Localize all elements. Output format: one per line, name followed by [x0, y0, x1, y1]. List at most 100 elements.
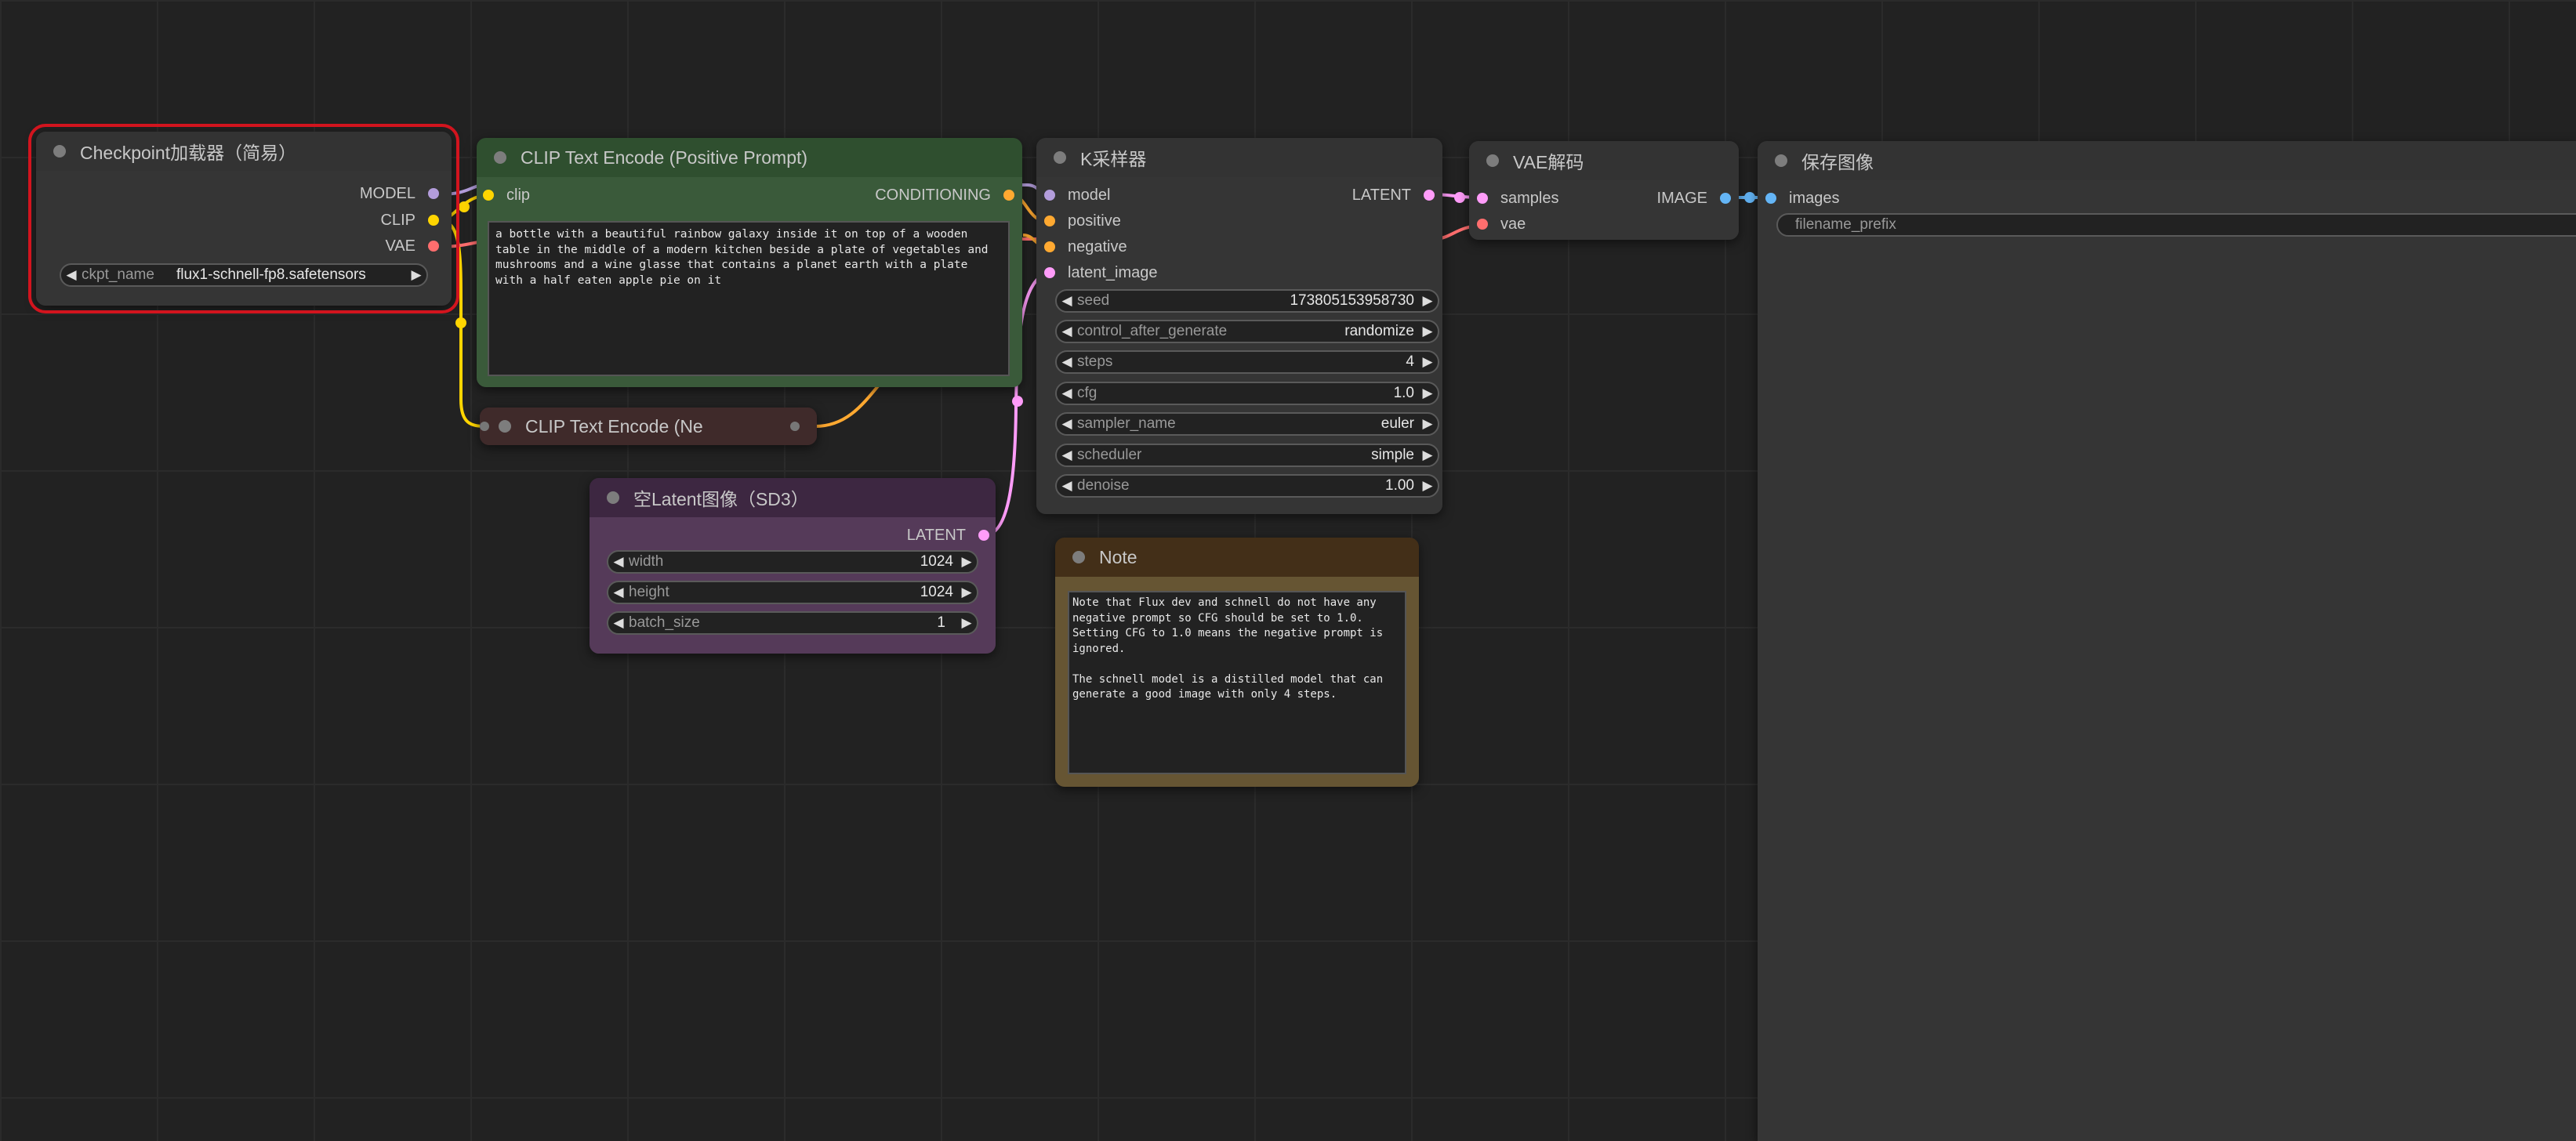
- output-pin-icon[interactable]: [790, 422, 800, 431]
- arrow-left-icon[interactable]: ◀: [1057, 416, 1077, 432]
- input-pin-icon[interactable]: [1044, 216, 1055, 226]
- arrow-right-icon[interactable]: ▶: [406, 267, 426, 283]
- output-pin-icon[interactable]: [428, 215, 439, 226]
- combo-ckpt-name[interactable]: ◀ ckpt_name flux1-schnell-fp8.safetensor…: [60, 263, 428, 287]
- collapse-dot-icon[interactable]: [499, 420, 511, 433]
- collapse-dot-icon[interactable]: [607, 491, 619, 504]
- node-graph-canvas[interactable]: Checkpoint加载器（简易） MODEL CLIP VAE ◀ ckpt_…: [0, 0, 2576, 1141]
- text-filename-prefix[interactable]: filename_prefix: [1776, 213, 2576, 237]
- input-pin-icon[interactable]: [483, 190, 494, 201]
- arrow-left-icon[interactable]: ◀: [1057, 293, 1077, 309]
- widget-value: 173805153958730: [1290, 292, 1414, 309]
- collapse-dot-icon[interactable]: [1775, 154, 1787, 167]
- arrow-left-icon[interactable]: ◀: [608, 615, 629, 631]
- number-cfg[interactable]: ◀ cfg 1.0 ▶: [1055, 382, 1439, 405]
- arrow-left-icon[interactable]: ◀: [608, 585, 629, 600]
- arrow-left-icon[interactable]: ◀: [1057, 447, 1077, 463]
- node-title[interactable]: 空Latent图像（SD3）: [590, 478, 996, 517]
- arrow-right-icon[interactable]: ▶: [1417, 324, 1438, 339]
- node-title[interactable]: K采样器: [1036, 138, 1442, 177]
- input-latent-image[interactable]: latent_image: [1044, 262, 1158, 284]
- output-pin-icon[interactable]: [428, 241, 439, 252]
- combo-sampler-name[interactable]: ◀ sampler_name euler ▶: [1055, 412, 1439, 436]
- input-images[interactable]: images: [1765, 187, 1839, 209]
- output-model[interactable]: MODEL: [360, 183, 439, 205]
- arrow-right-icon[interactable]: ▶: [1417, 447, 1438, 463]
- arrow-right-icon[interactable]: ▶: [956, 554, 977, 570]
- number-denoise[interactable]: ◀ denoise 1.00 ▶: [1055, 474, 1439, 498]
- note-textarea[interactable]: Note that Flux dev and schnell do not ha…: [1068, 591, 1406, 774]
- arrow-left-icon[interactable]: ◀: [608, 554, 629, 570]
- arrow-left-icon[interactable]: ◀: [1057, 324, 1077, 339]
- output-vae[interactable]: VAE: [385, 235, 439, 257]
- arrow-right-icon[interactable]: ▶: [1417, 386, 1438, 401]
- node-save-image[interactable]: 保存图像 images filename_prefix: [1758, 141, 2576, 1141]
- arrow-right-icon[interactable]: ▶: [1417, 478, 1438, 494]
- number-width[interactable]: ◀ width 1024 ▶: [607, 550, 978, 574]
- input-positive[interactable]: positive: [1044, 210, 1121, 232]
- output-pin-icon[interactable]: [1720, 193, 1731, 204]
- node-clip-text-encode-positive[interactable]: CLIP Text Encode (Positive Prompt) clip …: [477, 138, 1022, 387]
- wire-reroute-dot: [459, 201, 470, 212]
- input-negative[interactable]: negative: [1044, 236, 1127, 258]
- node-body: samples vae IMAGE: [1469, 180, 1739, 240]
- output-pin-icon[interactable]: [1424, 190, 1435, 201]
- node-empty-latent-image[interactable]: 空Latent图像（SD3） LATENT ◀ width 1024 ▶ ◀ h…: [590, 478, 996, 654]
- combo-scheduler[interactable]: ◀ scheduler simple ▶: [1055, 444, 1439, 467]
- arrow-right-icon[interactable]: ▶: [956, 615, 977, 631]
- collapse-dot-icon[interactable]: [1054, 151, 1066, 164]
- output-conditioning[interactable]: CONDITIONING: [875, 184, 1014, 206]
- widget-label: width: [629, 553, 664, 570]
- input-vae[interactable]: vae: [1477, 213, 1526, 235]
- input-label: latent_image: [1068, 263, 1158, 281]
- output-pin-icon[interactable]: [1003, 190, 1014, 201]
- output-pin-icon[interactable]: [978, 530, 989, 541]
- number-batch-size[interactable]: ◀ batch_size 1 ▶: [607, 611, 978, 635]
- input-samples[interactable]: samples: [1477, 187, 1558, 209]
- number-steps[interactable]: ◀ steps 4 ▶: [1055, 350, 1439, 374]
- input-pin-icon[interactable]: [1044, 267, 1055, 278]
- combo-control-after-generate[interactable]: ◀ control_after_generate randomize ▶: [1055, 320, 1439, 343]
- node-title[interactable]: CLIP Text Encode (Positive Prompt): [477, 138, 1022, 177]
- input-pin-icon[interactable]: [480, 422, 489, 431]
- number-height[interactable]: ◀ height 1024 ▶: [607, 581, 978, 604]
- collapse-dot-icon[interactable]: [53, 145, 66, 158]
- input-pin-icon[interactable]: [1477, 219, 1488, 230]
- input-pin-icon[interactable]: [1765, 193, 1776, 204]
- arrow-right-icon[interactable]: ▶: [1417, 293, 1438, 309]
- arrow-left-icon[interactable]: ◀: [1057, 386, 1077, 401]
- input-pin-icon[interactable]: [1044, 190, 1055, 201]
- node-checkpoint-loader[interactable]: Checkpoint加载器（简易） MODEL CLIP VAE ◀ ckpt_…: [28, 124, 459, 313]
- node-title[interactable]: VAE解码: [1469, 141, 1739, 180]
- widget-value: euler: [1381, 415, 1414, 432]
- node-title-text: CLIP Text Encode (Ne: [525, 415, 703, 436]
- arrow-left-icon[interactable]: ◀: [61, 267, 82, 283]
- node-title[interactable]: 保存图像: [1758, 141, 2576, 180]
- arrow-right-icon[interactable]: ▶: [1417, 354, 1438, 370]
- node-title[interactable]: CLIP Text Encode (Ne: [480, 408, 817, 445]
- input-clip[interactable]: clip: [483, 184, 530, 206]
- prompt-textarea[interactable]: a bottle with a beautiful rainbow galaxy…: [488, 221, 1010, 376]
- input-pin-icon[interactable]: [1477, 193, 1488, 204]
- arrow-left-icon[interactable]: ◀: [1057, 478, 1077, 494]
- node-ksampler[interactable]: K采样器 model positive negative latent_imag…: [1036, 138, 1442, 514]
- node-clip-text-encode-negative[interactable]: CLIP Text Encode (Ne: [480, 408, 817, 445]
- node-title[interactable]: Note: [1055, 538, 1419, 577]
- output-clip[interactable]: CLIP: [381, 209, 439, 231]
- output-latent[interactable]: LATENT: [907, 524, 989, 546]
- collapse-dot-icon[interactable]: [1072, 551, 1085, 563]
- output-image[interactable]: IMAGE: [1657, 187, 1731, 209]
- number-seed[interactable]: ◀ seed 173805153958730 ▶: [1055, 289, 1439, 313]
- input-model[interactable]: model: [1044, 184, 1110, 206]
- input-pin-icon[interactable]: [1044, 241, 1055, 252]
- arrow-right-icon[interactable]: ▶: [956, 585, 977, 600]
- output-latent[interactable]: LATENT: [1352, 184, 1435, 206]
- collapse-dot-icon[interactable]: [1486, 154, 1499, 167]
- node-vae-decode[interactable]: VAE解码 samples vae IMAGE: [1469, 141, 1739, 240]
- node-note[interactable]: Note Note that Flux dev and schnell do n…: [1055, 538, 1419, 787]
- output-pin-icon[interactable]: [428, 188, 439, 199]
- arrow-right-icon[interactable]: ▶: [1417, 416, 1438, 432]
- node-title[interactable]: Checkpoint加载器（简易）: [36, 132, 452, 171]
- collapse-dot-icon[interactable]: [494, 151, 506, 164]
- arrow-left-icon[interactable]: ◀: [1057, 354, 1077, 370]
